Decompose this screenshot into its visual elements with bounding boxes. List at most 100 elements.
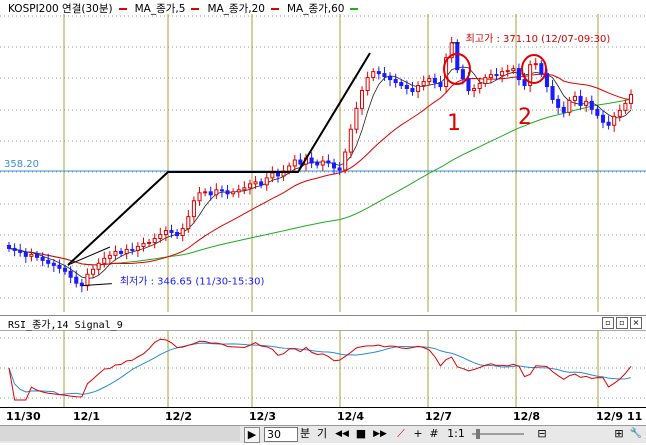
candle-body [236,189,241,193]
scroll-right-button[interactable]: ▶ [244,427,260,443]
candle-body [432,78,437,84]
candle-body [567,99,572,113]
candle-body [505,70,510,73]
candle-body [483,77,488,85]
minimize-button[interactable]: ▫ [602,317,614,329]
candle-body [337,167,342,171]
settings-icon[interactable]: 🔧 [628,427,644,441]
legend-title: KOSPI200 연결(30분) [8,3,113,15]
candle-body [275,172,281,177]
candle-body [477,83,482,89]
candle-body [488,74,493,79]
first-button[interactable]: ◀◀ [332,427,352,441]
candle-body [270,172,275,179]
candle-body [578,95,583,106]
candle-body [606,121,611,126]
rsi-pane[interactable] [0,330,646,407]
candle-body [68,270,73,278]
unit-day-button[interactable]: 기 [315,427,329,441]
x-tick-label: 12/4 [337,410,364,423]
candle-body [584,100,589,106]
candle-body [595,108,600,116]
candle-body [612,115,617,126]
candle-body [309,157,314,164]
period-input[interactable]: 30 [264,427,298,442]
low-label: 최저가 : 346.65 (11/30-15:30) [120,276,265,288]
candle-body [12,247,17,251]
candle-body [264,177,269,186]
marker-number: 1 [447,111,461,136]
candle-body [242,187,247,191]
candle-body [382,73,387,78]
candle-body [158,234,163,239]
candle-body [438,82,443,88]
candle-body [404,85,409,89]
candle-body [130,248,135,251]
price-chart[interactable]: 358.20 최고가 : 371.10 (12/07-09:30) 최저가 : 34… [0,0,646,315]
marker-number: 2 [518,105,532,130]
candle-body [326,160,331,164]
candle-body [589,100,594,110]
candle-body [348,128,353,153]
candle-body [561,106,566,113]
rsi-window-buttons: ▫ ▫ × [602,317,642,329]
candle-body [119,250,124,254]
maximize-button[interactable]: ▫ [616,317,628,329]
candle-body [169,230,174,234]
candle-body [466,78,471,91]
candle-body [180,228,185,237]
candle-body [331,162,337,169]
candle-body [147,241,152,244]
candle-body [51,262,56,266]
candle-body [231,191,236,195]
legend-swatch-ma5 [118,7,127,10]
zoom-slider[interactable] [470,427,526,441]
candle-body [85,273,90,287]
zoom-out-button[interactable]: ⊟ [535,427,549,441]
candle-body [354,107,359,130]
time-axis: 11/30 12/1 12/2 12/3 12/4 12/7 12/8 12/9… [0,407,646,426]
rsi-panel-header: RSI_종가,14 Signal_9 ▫ ▫ × [0,315,646,331]
crosshair-icon[interactable]: + [412,427,424,441]
x-tick-label: 12/3 [249,410,276,423]
candle-body [511,68,516,72]
candle-body [494,74,499,77]
candle-body [388,76,393,81]
unit-minute-button[interactable]: 분 [298,427,312,441]
candle-body [40,256,45,261]
candle-body [247,183,252,189]
zoom-slider-track[interactable] [470,427,526,441]
rsi-chart[interactable] [0,330,646,407]
ratio-button[interactable]: 1:1 [446,427,466,441]
candle-body [74,276,79,284]
legend-swatch-ma60-line [350,7,359,10]
price-pane[interactable]: 358.20 최고가 : 371.10 (12/07-09:30) 최저가 : 34… [0,0,646,315]
candle-body [365,77,370,91]
candle-body [298,159,303,165]
candle-body [617,109,622,117]
legend-swatch-ma60 [270,7,279,10]
candle-body [191,200,196,218]
candle-body [416,85,421,92]
ma20-line [8,73,632,266]
candle-body [376,71,381,75]
candle-body [421,81,426,87]
horizontal-scrollbar[interactable] [0,426,240,441]
candle-body [550,86,555,100]
candle-body [287,165,292,172]
chart-toolbar: ▶ 30 분 기 ◀◀ ■ ▶▶ 1:1 ⊟ ⊞ 🔧 + # ⟋ [0,425,646,443]
candle-body [214,189,219,196]
candle-body [225,190,230,195]
candle-body [6,244,12,249]
candle-body [427,78,432,83]
grid-icon[interactable]: # [428,427,440,441]
stop-button[interactable]: ■ [354,427,368,441]
close-button[interactable]: × [630,317,642,329]
candle-body [63,267,68,272]
zoom-in-button[interactable]: ⊞ [612,427,626,441]
candle-body [208,191,213,196]
x-tick-label: 12/9 [596,410,623,423]
draw-icon[interactable]: ⟋ [394,427,408,441]
play-button[interactable]: ▶▶ [370,427,390,441]
candle-body [320,160,325,166]
